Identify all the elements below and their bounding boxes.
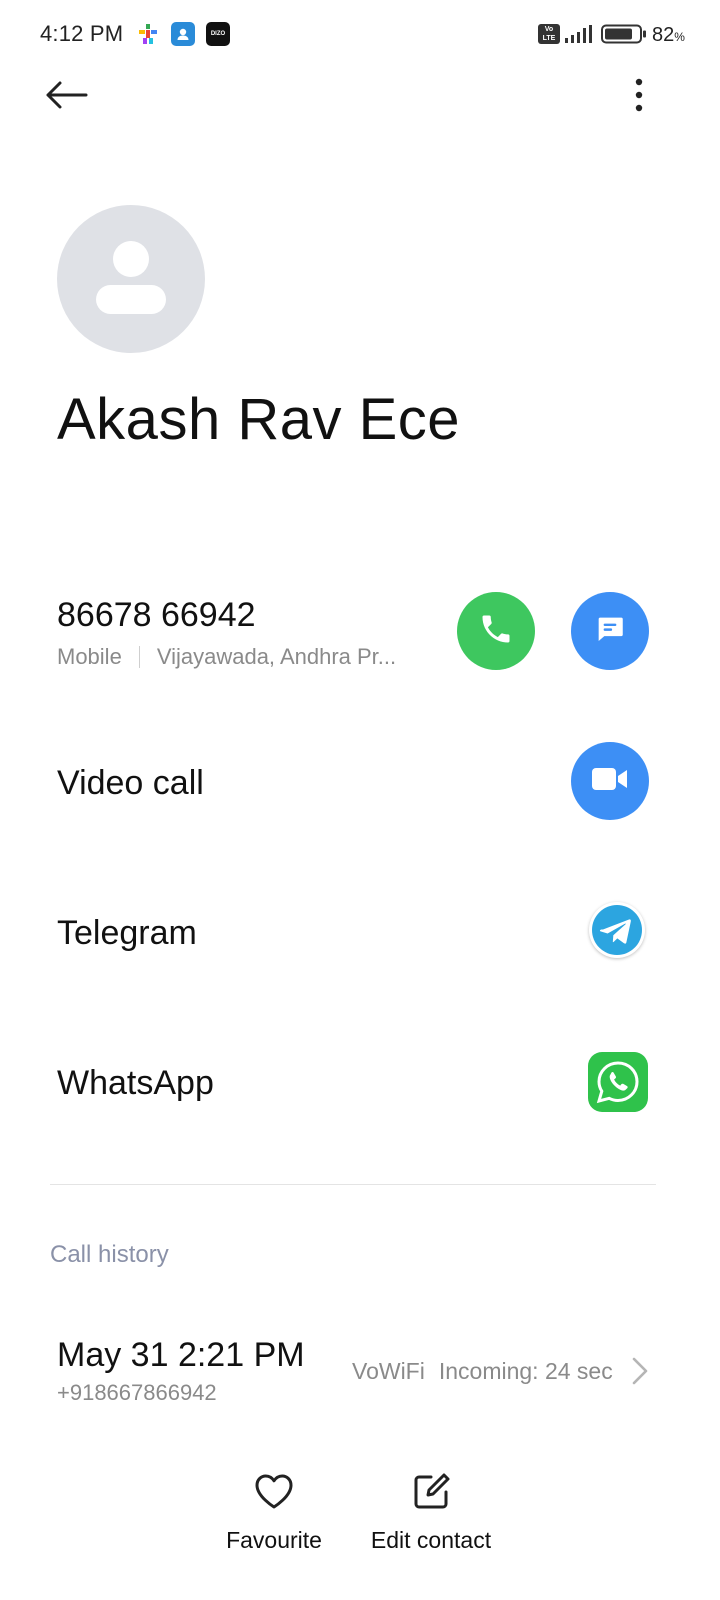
telegram-row[interactable]: Telegram (0, 872, 720, 992)
edit-contact-button[interactable]: Edit contact (360, 1465, 502, 1565)
phone-number-row[interactable]: 86678 66942 Mobile Vijayawada, Andhra Pr… (0, 580, 720, 690)
more-options-button[interactable] (618, 72, 660, 122)
signal-strength-icon (564, 24, 592, 44)
call-datetime: May 31 2:21 PM (57, 1336, 305, 1374)
edit-contact-label: Edit contact (370, 1527, 492, 1553)
status-bar: 4:12 PM DIZO Vo LTE 82% (0, 0, 720, 68)
call-history-title: Call history (50, 1241, 169, 1268)
chevron-right-icon (628, 1356, 652, 1386)
message-button[interactable] (571, 592, 649, 670)
avatar[interactable] (57, 205, 205, 353)
video-camera-icon (591, 766, 629, 797)
phone-number: 86678 66942 (57, 596, 256, 634)
arrow-left-icon (44, 80, 88, 115)
heart-icon (252, 1469, 296, 1513)
call-number: +918667866942 (57, 1380, 217, 1405)
status-time: 4:12 PM (40, 21, 124, 46)
back-button[interactable] (36, 72, 96, 122)
whatsapp-row[interactable]: WhatsApp (0, 1022, 720, 1142)
phone-location: Vijayawada, Andhra Pr... (156, 644, 397, 669)
dizo-app-icon: DIZO (206, 22, 230, 46)
telegram-icon[interactable] (589, 902, 645, 958)
telegram-label: Telegram (57, 914, 197, 952)
video-call-row[interactable]: Video call (0, 722, 720, 842)
call-button[interactable] (457, 592, 535, 670)
contacts-app-icon (171, 22, 195, 46)
person-placeholder-icon (96, 239, 166, 320)
battery-percent: 82% (652, 24, 685, 46)
whatsapp-label: WhatsApp (57, 1064, 214, 1102)
edit-icon (409, 1469, 453, 1513)
more-vertical-icon (634, 78, 644, 117)
call-history-item[interactable]: May 31 2:21 PM +918667866942 VoWiFi Incom… (0, 1320, 720, 1420)
favourite-label: Favourite (226, 1527, 322, 1553)
call-network: VoWiFi (352, 1358, 425, 1384)
phone-type: Mobile (57, 644, 122, 669)
favourite-button[interactable]: Favourite (214, 1465, 334, 1565)
phone-meta: Mobile Vijayawada, Andhra Pr... (57, 644, 396, 670)
whatsapp-icon[interactable] (588, 1052, 648, 1112)
contact-name: Akash Rav Ece (57, 387, 461, 452)
video-call-button[interactable] (571, 742, 649, 820)
play-games-icon (136, 22, 160, 46)
call-meta: VoWiFi Incoming: 24 sec (352, 1358, 613, 1385)
message-icon (593, 612, 627, 651)
volte-icon: Vo LTE (538, 24, 560, 44)
call-detail: Incoming: 24 sec (438, 1358, 613, 1384)
section-divider (50, 1184, 656, 1185)
meta-divider (138, 646, 140, 668)
phone-icon (478, 611, 514, 652)
battery-icon (601, 24, 647, 44)
video-call-label: Video call (57, 764, 204, 802)
